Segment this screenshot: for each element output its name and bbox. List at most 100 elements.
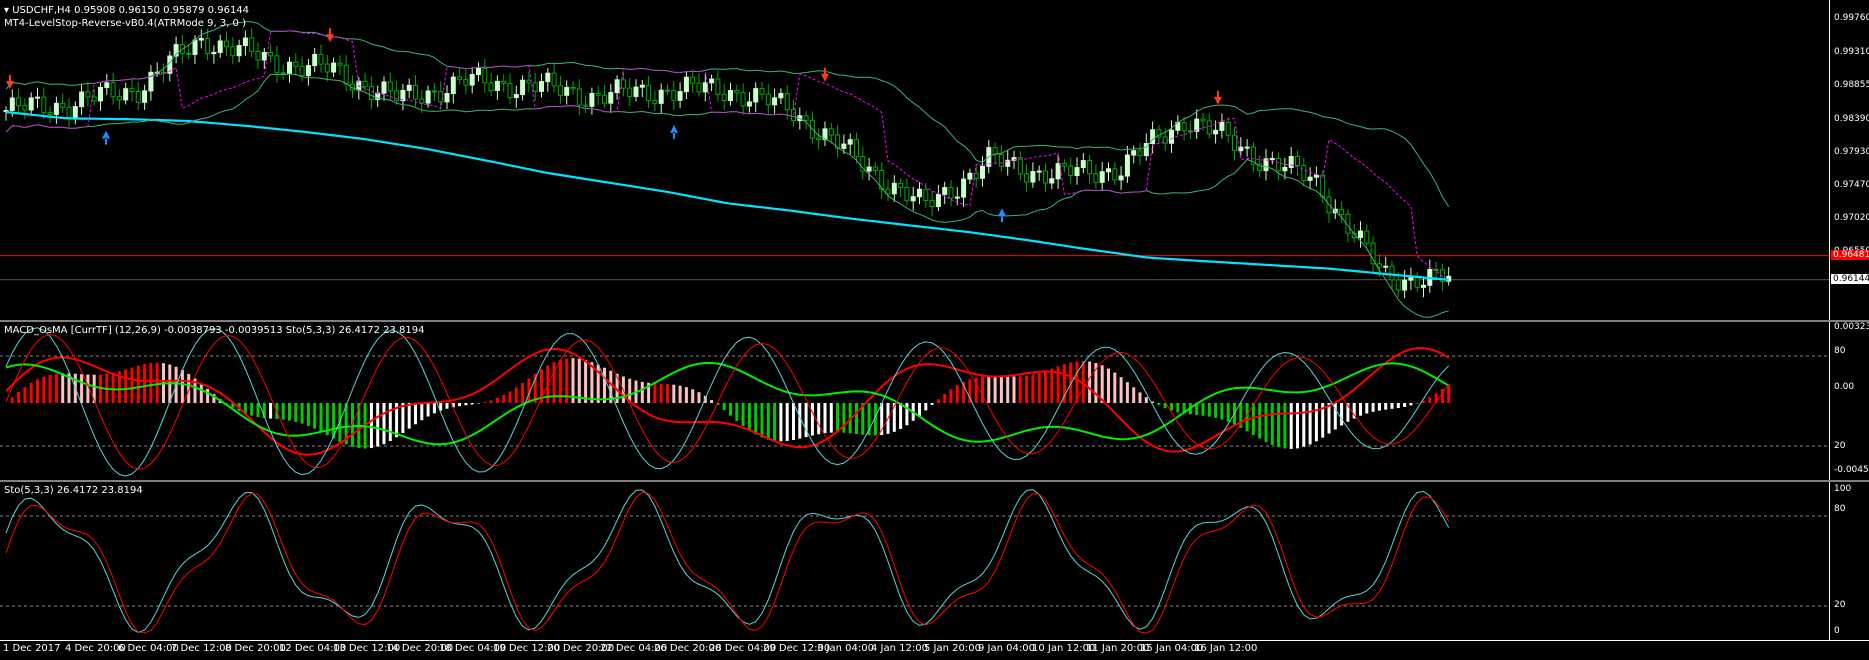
macd-histogram-bar (1359, 403, 1362, 416)
candle-body (1321, 175, 1325, 197)
candle-body (552, 73, 556, 86)
candle-body (640, 85, 644, 87)
macd-histogram-bar (471, 403, 474, 404)
candle (1195, 110, 1199, 139)
stochastic-axis[interactable]: 100 80 20 0 (1829, 482, 1869, 640)
candle (1415, 272, 1419, 292)
candle-body (237, 46, 241, 56)
macd-histogram-bar (1113, 373, 1116, 403)
macd-histogram-bar (1258, 403, 1261, 439)
sell-arrow-icon (6, 75, 14, 89)
candle (590, 88, 594, 115)
macd-histogram-bar (1013, 376, 1016, 403)
candle-body (294, 62, 298, 66)
candle-body (111, 83, 115, 97)
candle-body (899, 183, 903, 187)
candle (684, 72, 688, 99)
candle (54, 97, 58, 124)
candle-body (804, 116, 808, 121)
candle-body (1422, 285, 1426, 287)
candle-body (1377, 264, 1381, 267)
candle (357, 77, 361, 100)
candle-body (621, 80, 625, 88)
candle (174, 36, 178, 63)
candle-body (483, 68, 487, 82)
candle-body (1340, 209, 1344, 214)
time-axis[interactable]: 1 Dec 20174 Dec 20:006 Dec 04:007 Dec 12… (0, 640, 1869, 660)
candle (29, 92, 33, 115)
macd-canvas[interactable] (0, 322, 1829, 480)
candle (792, 100, 796, 127)
candle (256, 42, 260, 69)
stochastic-pane[interactable]: Sto(5,3,3) 26.4172 23.8194 (0, 482, 1829, 640)
macd-histogram-bar (1088, 362, 1091, 403)
candle (565, 80, 569, 104)
candle-body (225, 41, 229, 47)
macd-pane[interactable]: MACD_OsMA [CurrTF] (12,26,9) -0.0038793 … (0, 322, 1829, 480)
macd-histogram-bar (981, 377, 984, 403)
candle-body (1050, 179, 1054, 183)
price-chart-canvas[interactable] (0, 0, 1829, 320)
candle-body (426, 91, 430, 103)
candle (603, 85, 607, 108)
candle-body (313, 54, 317, 65)
macd-histogram-bar (987, 376, 990, 403)
candle-body (829, 129, 833, 135)
collapse-triangle-icon[interactable]: ▾ (4, 5, 9, 16)
candle-body (766, 94, 770, 105)
candle (1308, 167, 1312, 189)
candle (36, 88, 40, 108)
candle (306, 59, 310, 86)
stochastic-main-line (6, 490, 1449, 633)
macd-histogram-bar (1157, 403, 1160, 405)
price-tick: 0.97930 (1834, 147, 1869, 157)
candle-body (949, 188, 953, 198)
macd-histogram-bar (294, 403, 297, 422)
macd-histogram-bar (288, 403, 291, 421)
candle-body (306, 66, 310, 76)
macd-histogram-bar (464, 403, 467, 405)
candle-body (779, 94, 783, 98)
candle (1371, 236, 1375, 272)
macd-histogram-bar (729, 403, 732, 416)
candle (634, 79, 638, 101)
macd-axis-tick: -0.004563 (1834, 465, 1869, 475)
candle (1151, 122, 1155, 154)
candle-body (432, 91, 436, 92)
candle (187, 45, 191, 59)
macd-histogram-bar (427, 403, 430, 416)
candle-body (92, 97, 96, 101)
candle-body (61, 103, 65, 107)
symbol-line: USDCHF,H4 0.95908 0.96150 0.95879 0.9614… (12, 5, 249, 16)
candle-body (231, 47, 235, 56)
candle (294, 53, 298, 75)
price-axis[interactable]: 0.99760 0.99310 0.98855 0.98390 0.97930 … (1829, 0, 1869, 320)
macd-axis[interactable]: 0.003236 80 0.00 20 -0.004563 (1829, 322, 1869, 480)
macd-histogram-bar (824, 403, 827, 433)
sto-axis-tick: 80 (1834, 504, 1845, 514)
price-chart-pane[interactable]: ▾ USDCHF,H4 0.95908 0.96150 0.95879 0.96… (0, 0, 1829, 320)
price-tick: 0.99760 (1834, 13, 1869, 23)
candle-body (1107, 169, 1111, 172)
candle (1132, 146, 1136, 164)
time-tick: 7 Dec 12:00 (171, 643, 232, 654)
macd-histogram-bar (1372, 403, 1375, 412)
candle (477, 63, 481, 82)
candle-body (703, 83, 707, 92)
candle (867, 158, 871, 180)
candle-body (275, 56, 279, 73)
candle-body (729, 90, 733, 100)
macd-histogram-bar (1214, 403, 1217, 418)
macd-histogram-bar (1340, 403, 1343, 425)
candle (1220, 113, 1224, 138)
sto-axis-tick: 0 (1834, 626, 1840, 636)
candle-body (67, 107, 71, 117)
stochastic-canvas[interactable] (0, 482, 1829, 640)
candle (999, 145, 1003, 171)
candle-body (1371, 243, 1375, 264)
macd-histogram-bar (200, 384, 203, 403)
candle (149, 65, 153, 101)
candle (1088, 155, 1092, 184)
candle (439, 81, 443, 110)
candle-body (1094, 174, 1098, 183)
